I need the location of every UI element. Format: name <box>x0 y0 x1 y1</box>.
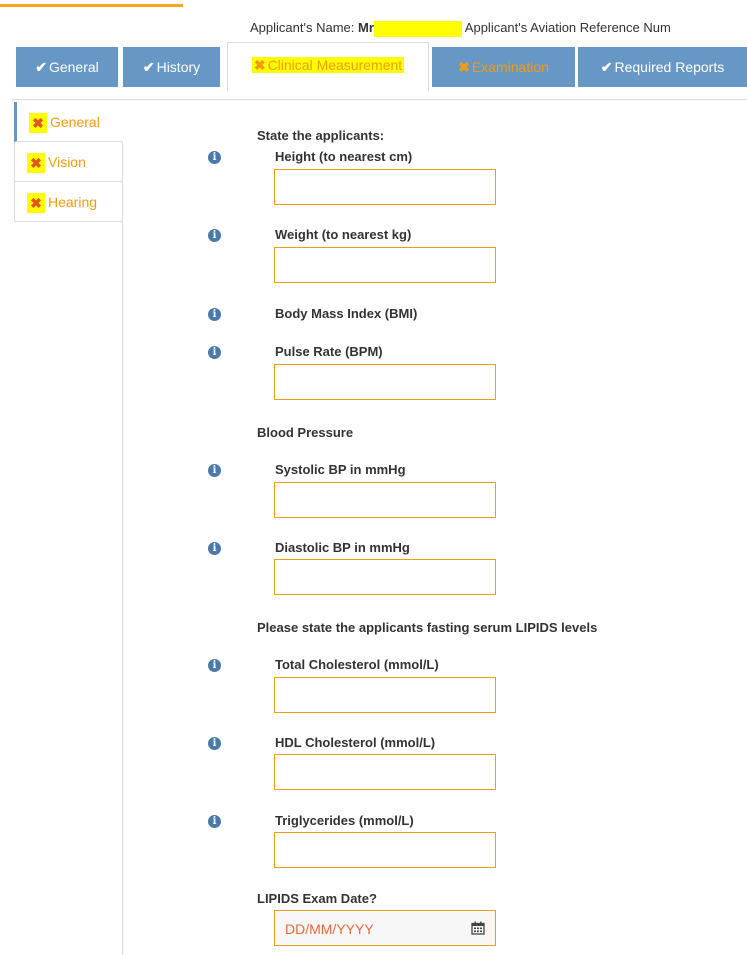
diastolic-label: Diastolic BP in mmHg <box>275 540 410 555</box>
info-icon[interactable]: i <box>208 151 221 164</box>
tab-label: Clinical Measurement <box>267 57 403 73</box>
cross-icon: ✖ <box>27 153 45 174</box>
reference-label: Applicant's Aviation Reference Num <box>464 20 671 35</box>
info-icon[interactable]: i <box>208 308 221 321</box>
applicant-name-value: Mr <box>358 20 374 35</box>
lipids-heading: Please state the applicants fasting seru… <box>257 620 598 635</box>
tab-label: History <box>156 59 201 75</box>
applicant-name-label: Applicant's Name: <box>250 20 355 35</box>
sidebar-item-label: General <box>50 114 100 130</box>
applicant-header: Applicant's Name: Mr Applicant's Aviatio… <box>250 20 671 37</box>
weight-input[interactable] <box>274 247 496 283</box>
cross-icon: ✖ <box>253 57 266 73</box>
section-sidebar: ✖ General ✖ Vision ✖ Hearing <box>14 102 123 955</box>
calendar-icon[interactable] <box>471 921 485 935</box>
triglycerides-label: Triglycerides (mmol/L) <box>275 813 414 828</box>
sidebar-item-label: Hearing <box>48 194 98 210</box>
systolic-label: Systolic BP in mmHg <box>275 462 406 477</box>
cross-icon: ✖ <box>27 193 45 214</box>
tab-label: Examination <box>471 59 549 75</box>
lipids-date-label: LIPIDS Exam Date? <box>257 891 377 906</box>
blood-pressure-heading: Blood Pressure <box>257 425 354 440</box>
info-icon[interactable]: i <box>208 464 221 477</box>
tab-history[interactable]: ✔ History <box>123 47 220 87</box>
bmi-label: Body Mass Index (BMI) <box>275 306 418 321</box>
info-icon[interactable]: i <box>208 737 221 750</box>
info-icon[interactable]: i <box>208 542 221 555</box>
total-cholesterol-input[interactable] <box>274 677 496 713</box>
date-placeholder: DD/MM/YYYY <box>285 921 374 937</box>
height-input[interactable] <box>274 169 496 205</box>
info-icon[interactable]: i <box>208 815 221 828</box>
check-icon: ✔ <box>142 59 155 75</box>
systolic-input[interactable] <box>274 482 496 518</box>
weight-label: Weight (to nearest kg) <box>275 227 412 242</box>
total-cholesterol-label: Total Cholesterol (mmol/L) <box>275 657 439 672</box>
redacted-name-highlight <box>373 20 462 37</box>
tab-label: Required Reports <box>614 59 725 75</box>
tab-label: General <box>48 59 99 75</box>
main-tabs: ✔ General ✔ History ✖ Clinical Measurement … <box>12 42 747 100</box>
info-icon[interactable]: i <box>208 346 221 359</box>
hdl-cholesterol-input[interactable] <box>274 754 496 790</box>
diastolic-input[interactable] <box>274 559 496 595</box>
sidebar-item-general[interactable]: ✖ General <box>14 102 123 142</box>
tab-examination[interactable]: ✖ Examination <box>432 47 575 87</box>
sidebar-item-label: Vision <box>48 154 86 170</box>
check-icon: ✔ <box>600 59 613 75</box>
cross-icon: ✖ <box>29 113 47 134</box>
tab-clinical-measurement[interactable]: ✖ Clinical Measurement <box>227 42 429 91</box>
pulse-input[interactable] <box>274 364 496 400</box>
sidebar-item-vision[interactable]: ✖ Vision <box>14 142 122 182</box>
state-heading: State the applicants: <box>257 128 385 143</box>
tab-general[interactable]: ✔ General <box>16 47 118 87</box>
hdl-cholesterol-label: HDL Cholesterol (mmol/L) <box>275 735 436 750</box>
info-icon[interactable]: i <box>208 659 221 672</box>
top-accent-bar <box>0 4 183 7</box>
cross-icon: ✖ <box>458 59 470 75</box>
sidebar-item-hearing[interactable]: ✖ Hearing <box>14 182 122 222</box>
check-icon: ✔ <box>35 59 47 75</box>
tab-required-reports[interactable]: ✔ Required Reports <box>578 47 747 87</box>
info-icon[interactable]: i <box>208 229 221 242</box>
triglycerides-input[interactable] <box>274 832 496 868</box>
lipids-date-input[interactable]: DD/MM/YYYY <box>274 910 496 946</box>
pulse-label: Pulse Rate (BPM) <box>275 344 383 359</box>
height-label: Height (to nearest cm) <box>275 149 413 164</box>
